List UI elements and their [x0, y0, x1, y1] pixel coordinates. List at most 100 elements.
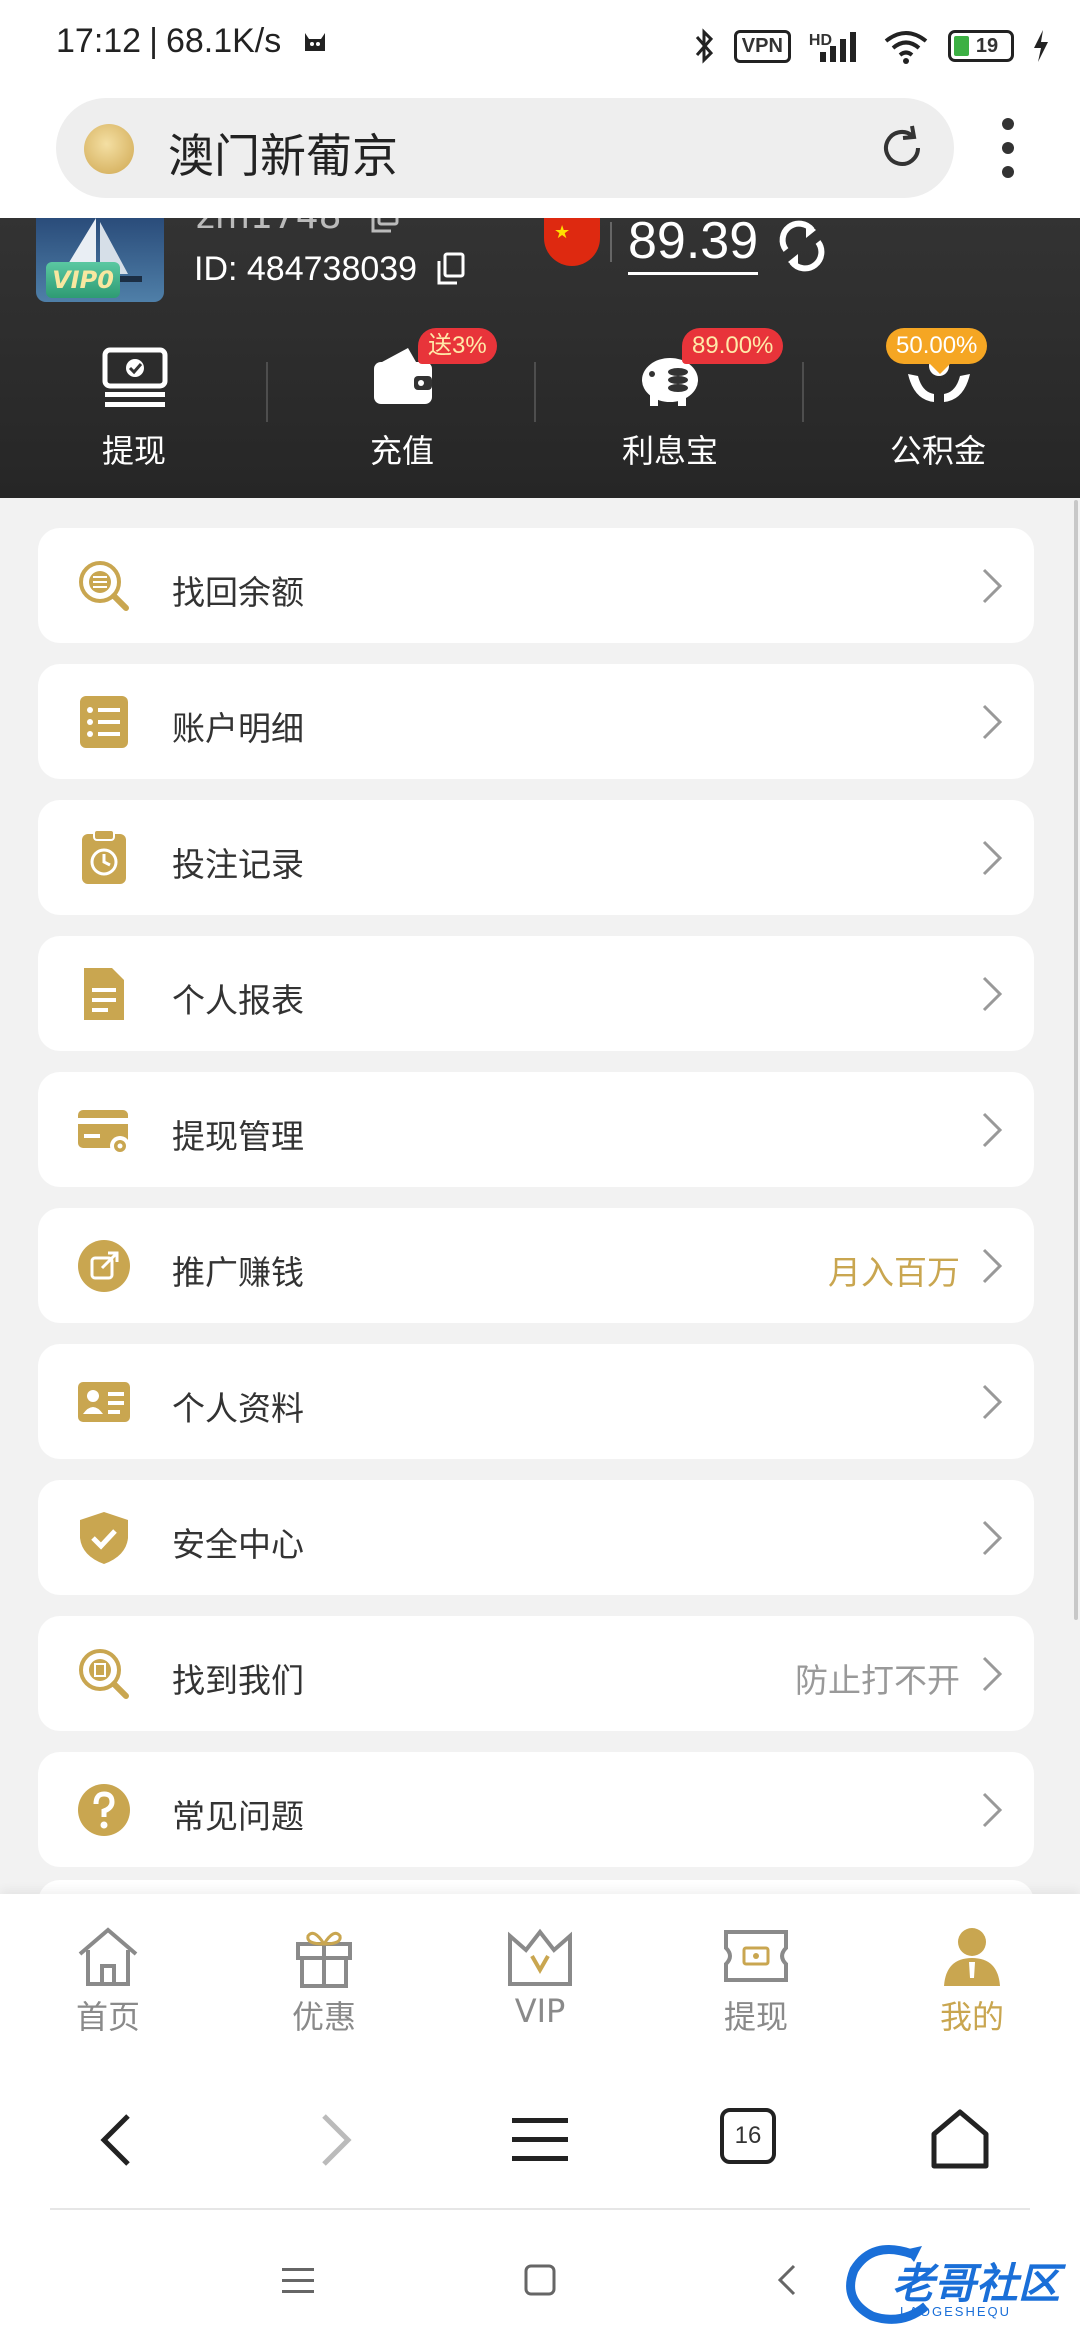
account-header: VIP0 zm1748 ID: 484738039 ★ 89.39 提现 充值 …: [0, 218, 1080, 498]
menu-label: 个人报表: [172, 981, 304, 1020]
recent-apps-icon[interactable]: [278, 2260, 318, 2300]
vip-crown-icon: [508, 1928, 572, 1986]
profile-card-icon: [78, 1382, 130, 1422]
wifi-icon: [884, 31, 928, 64]
watermark-subtext: LAOGESHEQU: [900, 2304, 1012, 2319]
china-flag-icon[interactable]: ★: [544, 218, 600, 266]
menu-label: 安全中心: [172, 1525, 304, 1564]
question-icon: [78, 1784, 130, 1836]
menu-item-balance-recover[interactable]: 找回余额: [38, 528, 1034, 643]
url-field[interactable]: 澳门新葡京: [56, 98, 954, 198]
tab-vip[interactable]: VIP: [432, 1894, 648, 2044]
fund-rate-badge: 50.00%: [886, 328, 988, 374]
chevron-right-icon: [982, 840, 1003, 876]
user-id: ID: 484738039: [194, 250, 418, 288]
user-icon: [944, 1928, 1000, 1986]
balance-recover-icon: [79, 561, 129, 611]
menu-label: 个人资料: [172, 1389, 304, 1428]
watermark-logo: 老哥社区 LAOGESHEQU: [842, 2240, 1072, 2330]
report-icon: [84, 968, 124, 1020]
tab-promotions[interactable]: 优惠: [216, 1894, 432, 2044]
menu-label: 找回余额: [172, 573, 304, 612]
tab-label: 首页: [75, 1998, 140, 2036]
tab-label: 提现: [723, 1998, 788, 2036]
deposit-bonus-badge: 送3%: [418, 328, 497, 364]
tab-home[interactable]: 首页: [0, 1894, 216, 2044]
menu-item-faq[interactable]: 常见问题: [38, 1752, 1034, 1867]
find-us-hint: 防止打不开: [795, 1661, 960, 1700]
cash-icon: [102, 347, 168, 407]
account-detail-icon: [80, 696, 128, 748]
tab-label: 我的: [939, 1998, 1004, 2036]
quick-label: 利息宝: [621, 432, 718, 470]
signal-icon: HD: [809, 28, 864, 64]
chevron-right-icon: [982, 568, 1003, 604]
system-back-icon[interactable]: [768, 2260, 808, 2300]
tab-label: VIP: [514, 1992, 566, 2030]
menu-label: 找到我们: [172, 1661, 304, 1700]
menu-item-profile[interactable]: 个人资料: [38, 1344, 1034, 1459]
menu-icon[interactable]: [508, 2108, 572, 2172]
quick-label: 充值: [369, 432, 434, 470]
status-speed: 68.1K/s: [165, 22, 282, 60]
status-bar: 17:12 | 68.1K/s VPN HD 19: [0, 0, 1080, 90]
menu-label: 常见问题: [172, 1797, 304, 1836]
chevron-right-icon: [982, 1248, 1003, 1284]
withdraw-manage-icon: [78, 1110, 130, 1156]
watermark-text: 老哥社区: [892, 2259, 1061, 2308]
divider: [610, 222, 612, 262]
system-home-icon[interactable]: [520, 2260, 560, 2300]
tab-withdraw[interactable]: 提现: [648, 1894, 864, 2044]
tab-mine[interactable]: 我的: [864, 1894, 1080, 2044]
site-title: 澳门新葡京: [168, 129, 398, 183]
quick-fund[interactable]: 公积金 50.00%: [804, 328, 1072, 478]
withdraw-ticket-icon: [724, 1930, 788, 1982]
notification-cat-icon: [304, 33, 325, 51]
site-logo-icon: [84, 124, 134, 174]
menu-label: 推广赚钱: [172, 1253, 304, 1292]
chevron-right-icon: [982, 1656, 1003, 1692]
reload-icon[interactable]: [874, 120, 930, 176]
home-icon: [78, 1927, 138, 1986]
chevron-right-icon: [982, 1384, 1003, 1420]
menu-item-withdraw-manage[interactable]: 提现管理: [38, 1072, 1034, 1187]
quick-deposit[interactable]: 充值 送3%: [268, 328, 536, 478]
interest-rate-badge: 89.00%: [682, 328, 784, 364]
menu-item-security[interactable]: 安全中心: [38, 1480, 1034, 1595]
menu-item-report[interactable]: 个人报表: [38, 936, 1034, 1051]
chevron-right-icon: [982, 1520, 1003, 1556]
back-icon[interactable]: [88, 2108, 152, 2172]
menu-item-account-detail[interactable]: 账户明细: [38, 664, 1034, 779]
username: zm1748: [196, 218, 342, 237]
menu-label: 投注记录: [172, 845, 304, 884]
chevron-right-icon: [982, 1792, 1003, 1828]
copy-username-icon[interactable]: [370, 218, 400, 234]
menu-item-promote[interactable]: 推广赚钱 月入百万: [38, 1208, 1034, 1323]
more-menu-icon[interactable]: [996, 118, 1020, 190]
status-time: 17:12: [56, 22, 142, 60]
scrollbar[interactable]: [1074, 500, 1078, 1620]
status-left: 17:12 | 68.1K/s: [56, 22, 329, 61]
charging-icon: [1034, 30, 1048, 62]
chevron-right-icon: [982, 1112, 1003, 1148]
forward-icon[interactable]: [300, 2108, 364, 2172]
status-right: VPN HD 19: [694, 22, 1050, 70]
shield-icon: [80, 1512, 128, 1564]
quick-interest[interactable]: 利息宝 89.00%: [536, 328, 804, 478]
menu-label: 提现管理: [172, 1117, 304, 1156]
menu-item-bet-record[interactable]: 投注记录: [38, 800, 1034, 915]
copy-id-icon[interactable]: [436, 252, 466, 286]
browser-toolbar: 16: [0, 2044, 1080, 2210]
menu-item-find-us[interactable]: 找到我们 防止打不开: [38, 1616, 1034, 1731]
menu-list: 找回余额 账户明细 投注记录 个人报表 提现管理 推广赚钱 月入百万 个人资料 …: [38, 528, 1034, 1888]
address-bar: 澳门新葡京: [0, 90, 1080, 218]
quick-withdraw[interactable]: 提现: [0, 328, 268, 478]
quick-label: 提现: [101, 432, 166, 470]
bluetooth-icon: [695, 28, 713, 64]
tabs-count-button[interactable]: 16: [720, 2108, 776, 2164]
quick-actions: 提现 充值 送3% 利息宝 89.00% 公积金 50.00%: [0, 328, 1080, 488]
bet-record-icon: [82, 830, 126, 884]
chevron-right-icon: [982, 704, 1003, 740]
browser-home-icon[interactable]: [928, 2108, 992, 2172]
refresh-balance-icon[interactable]: [772, 218, 832, 276]
